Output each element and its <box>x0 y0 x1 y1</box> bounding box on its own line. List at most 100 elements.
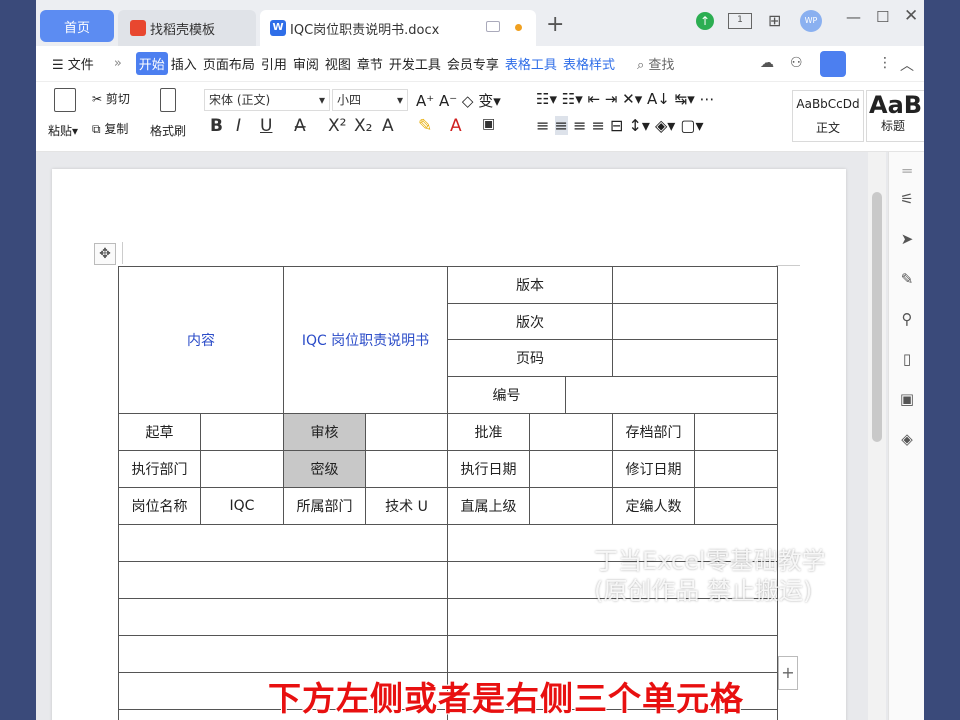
cell-page-no-value[interactable] <box>612 339 778 377</box>
text-effect-button[interactable]: A <box>382 116 394 136</box>
format-painter-button[interactable]: 格式刷 <box>150 122 186 139</box>
paste-button[interactable]: 粘贴▾ <box>48 122 78 139</box>
pen-icon[interactable]: ✎ <box>898 270 916 288</box>
cell-exec-dept-value[interactable] <box>200 450 284 488</box>
menu-chapter[interactable]: 章节 <box>357 54 383 73</box>
cell-edition[interactable]: 版次 <box>447 303 613 340</box>
menu-file[interactable]: ☰ 文件 <box>52 54 94 73</box>
table-move-handle[interactable]: ✥ <box>94 243 116 265</box>
vertical-scrollbar[interactable] <box>868 152 886 720</box>
tab-document[interactable]: W IQC岗位职责说明书.docx <box>260 10 536 46</box>
subscript-button[interactable]: X₂ <box>354 116 372 136</box>
align-buttons[interactable]: ≡ ≡ ≡ ≡ ⊟ ↕▾ ◈▾ ▢▾ <box>536 116 704 135</box>
char-border-button[interactable]: ▣ <box>482 116 495 132</box>
menu-view[interactable]: 视图 <box>325 54 351 73</box>
maximize-button[interactable]: ☐ <box>876 8 889 26</box>
cell-secrecy[interactable]: 密级 <box>283 450 366 488</box>
cell-dept-value[interactable]: 技术 U <box>365 487 448 525</box>
cell-exec-dept[interactable]: 执行部门 <box>118 450 201 488</box>
table-cell-empty[interactable] <box>447 635 778 673</box>
cell-content[interactable]: 内容 <box>118 266 284 414</box>
monitor-icon[interactable] <box>486 21 500 32</box>
cell-superior-value[interactable] <box>529 487 613 525</box>
cell-headcount[interactable]: 定编人数 <box>612 487 695 525</box>
table-cell-empty[interactable] <box>118 561 448 599</box>
cell-page-no[interactable]: 页码 <box>447 339 613 377</box>
cell-revise-date[interactable]: 修订日期 <box>612 450 695 488</box>
apps-grid-icon[interactable]: ⊞ <box>768 11 781 30</box>
font-name-select[interactable]: 宋体 (正文) ▾ <box>204 89 330 111</box>
more-menu-icon[interactable]: ⋮ <box>878 55 892 71</box>
menu-table-style[interactable]: 表格样式 <box>563 54 615 73</box>
copy-button[interactable]: ⧉ 复制 <box>92 120 128 137</box>
table-cell-empty[interactable] <box>118 598 448 636</box>
menu-developer[interactable]: 开发工具 <box>389 54 441 73</box>
cell-edition-value[interactable] <box>612 303 778 340</box>
cell-approve[interactable]: 批准 <box>447 413 530 451</box>
table-cell-empty[interactable] <box>118 635 448 673</box>
style-heading[interactable]: AaB 标题 <box>866 90 924 142</box>
cell-title[interactable]: IQC 岗位职责说明书 <box>283 266 448 414</box>
book-search-icon[interactable]: ▯ <box>898 350 916 368</box>
cell-version-value[interactable] <box>612 266 778 304</box>
menu-member[interactable]: 会员专享 <box>447 54 499 73</box>
cell-approve-value[interactable] <box>529 413 613 451</box>
close-button[interactable]: ✕ <box>904 6 918 26</box>
menu-references[interactable]: 引用 <box>261 54 287 73</box>
cell-archive-dept[interactable]: 存档部门 <box>612 413 695 451</box>
highlight-button[interactable]: ✎ <box>418 116 432 136</box>
style-normal[interactable]: AaBbCcDd 正文 <box>792 90 864 142</box>
cell-exec-date[interactable]: 执行日期 <box>447 450 530 488</box>
template-icon[interactable]: ▣ <box>898 390 916 408</box>
minimize-button[interactable]: — <box>846 8 861 26</box>
cell-review-value[interactable] <box>365 413 448 451</box>
cursor-icon[interactable]: ➤ <box>898 230 916 248</box>
font-size-select[interactable]: 小四 ▾ <box>332 89 408 111</box>
cut-button[interactable]: ✂ 剪切 <box>92 90 130 107</box>
cell-dept[interactable]: 所属部门 <box>283 487 366 525</box>
menu-page-layout[interactable]: 页面布局 <box>203 54 255 73</box>
superscript-button[interactable]: X² <box>328 116 346 136</box>
collapse-ribbon-icon[interactable]: ︿ <box>900 55 914 75</box>
tab-template[interactable]: 找稻壳模板 <box>118 10 256 46</box>
menu-insert[interactable]: 插入 <box>171 54 197 73</box>
search-button[interactable]: ⌕ 查找 <box>637 54 674 73</box>
font-grow-shrink[interactable]: A⁺ A⁻ ◇ 变▾ <box>416 90 501 111</box>
avatar[interactable]: WP <box>800 10 822 32</box>
settings-sliders-icon[interactable]: ⚟ <box>898 190 916 208</box>
menu-review[interactable]: 审阅 <box>293 54 319 73</box>
bold-button[interactable]: B <box>210 116 223 136</box>
cell-post-name[interactable]: 岗位名称 <box>118 487 201 525</box>
cell-number[interactable]: 编号 <box>447 376 566 414</box>
layout-icon[interactable]: 1 <box>728 13 752 29</box>
new-tab-button[interactable]: + <box>546 12 564 37</box>
menu-more[interactable]: » <box>114 56 122 71</box>
compass-icon[interactable]: ◈ <box>898 430 916 448</box>
tab-home[interactable]: 首页 <box>40 10 114 42</box>
cloud-sync-icon[interactable]: ☁ <box>760 55 774 71</box>
scrollbar-thumb[interactable] <box>872 192 882 442</box>
menu-table-tools[interactable]: 表格工具 <box>505 54 557 73</box>
cell-exec-date-value[interactable] <box>529 450 613 488</box>
upgrade-icon[interactable]: ↑ <box>696 12 714 30</box>
rocket-icon[interactable]: ⚲ <box>898 310 916 328</box>
user-share-icon[interactable]: ⚇ <box>790 55 803 71</box>
cell-draft[interactable]: 起草 <box>118 413 201 451</box>
cell-secrecy-value[interactable] <box>365 450 448 488</box>
cell-draft-value[interactable] <box>200 413 284 451</box>
cell-post-value[interactable]: IQC <box>200 487 284 525</box>
table-cell-empty[interactable] <box>118 524 448 562</box>
cell-review[interactable]: 审核 <box>283 413 366 451</box>
format-painter-icon[interactable] <box>160 88 176 112</box>
cell-version[interactable]: 版本 <box>447 266 613 304</box>
strikethrough-button[interactable]: A̶ <box>294 116 306 136</box>
paste-icon[interactable] <box>54 88 76 112</box>
menu-start[interactable]: 开始 <box>135 52 168 75</box>
cell-revise-date-value[interactable] <box>694 450 778 488</box>
share-button[interactable] <box>820 51 846 77</box>
cell-number-value[interactable] <box>565 376 778 414</box>
cell-headcount-value[interactable] <box>694 487 778 525</box>
cell-archive-dept-value[interactable] <box>694 413 778 451</box>
cell-superior[interactable]: 直属上级 <box>447 487 530 525</box>
font-color-button[interactable]: A <box>450 116 462 136</box>
